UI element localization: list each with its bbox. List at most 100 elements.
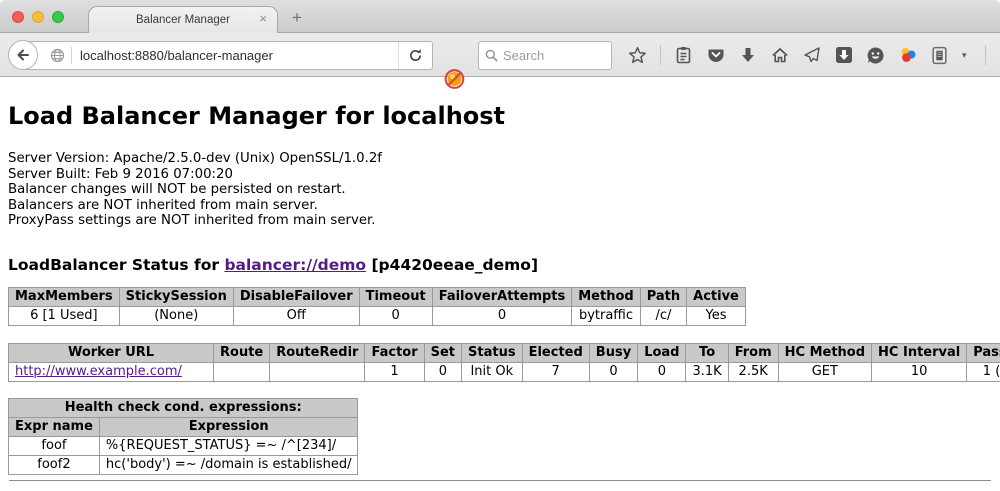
- new-tab-button[interactable]: +: [292, 8, 302, 28]
- health-title-row: Health check cond. expressions:: [9, 398, 358, 417]
- column-header: Busy: [589, 343, 637, 362]
- column-header: Set: [424, 343, 461, 362]
- address-bar[interactable]: localhost:8880/balancer-manager: [23, 41, 433, 70]
- balancer-data-row: 6 [1 Used] (None) Off 0 0 bytraffic /c/ …: [9, 306, 746, 325]
- pocket-icon[interactable]: [706, 46, 725, 65]
- page-title: Load Balancer Manager for localhost: [8, 77, 992, 130]
- route-cell: [214, 362, 270, 381]
- column-header: Method: [572, 287, 640, 306]
- active-cell: Yes: [687, 306, 746, 325]
- health-header-row: Expr name Expression: [9, 417, 358, 436]
- routeredir-cell: [270, 362, 365, 381]
- factor-cell: 1: [365, 362, 424, 381]
- column-header: RouteRedir: [270, 343, 365, 362]
- expr-name-cell: foof2: [9, 455, 100, 474]
- column-header: HC Interval: [872, 343, 967, 362]
- download-panel-icon[interactable]: [834, 46, 853, 65]
- elected-cell: 7: [522, 362, 589, 381]
- column-header: Factor: [365, 343, 424, 362]
- column-header: From: [728, 343, 778, 362]
- worker-url-cell: http://www.example.com/: [9, 362, 214, 381]
- browser-window: Balancer Manager × + localhost:8880/bala…: [0, 0, 1000, 491]
- search-icon: [485, 49, 498, 62]
- column-header: Path: [640, 287, 686, 306]
- health-data-row: foof %{REQUEST_STATUS} =~ /^[234]/: [9, 436, 358, 455]
- toolbar-icons: ▾: [628, 33, 1000, 77]
- overflow-caret-icon[interactable]: ▾: [962, 50, 972, 61]
- column-header: DisableFailover: [233, 287, 359, 306]
- method-cell: bytraffic: [572, 306, 640, 325]
- status-cell: Init Ok: [462, 362, 523, 381]
- load-cell: 0: [638, 362, 686, 381]
- download-arrow-icon[interactable]: [738, 46, 757, 65]
- navigation-toolbar: localhost:8880/balancer-manager: [0, 33, 1000, 77]
- zoom-window-button[interactable]: [52, 11, 64, 23]
- reload-button[interactable]: [398, 42, 432, 69]
- status-heading-suffix: [p4420eeae_demo]: [366, 256, 538, 274]
- back-button[interactable]: [8, 40, 38, 70]
- tab-strip: Balancer Manager × +: [0, 0, 1000, 33]
- stickysession-cell: (None): [119, 306, 233, 325]
- minimize-window-button[interactable]: [32, 11, 44, 23]
- column-header: Timeout: [359, 287, 432, 306]
- balancer-demo-link[interactable]: balancer://demo: [224, 256, 366, 274]
- column-header: Expression: [99, 417, 358, 436]
- toolbar-separator: [985, 45, 986, 65]
- feedback-smiley-icon[interactable]: [866, 46, 885, 65]
- failoverattempts-cell: 0: [432, 306, 572, 325]
- disablefailover-cell: Off: [233, 306, 359, 325]
- column-header: Elected: [522, 343, 589, 362]
- column-header: HC Method: [778, 343, 871, 362]
- status-heading-prefix: LoadBalancer Status for: [8, 256, 224, 274]
- toolbar-separator: [660, 45, 661, 65]
- loadbalancer-status-heading: LoadBalancer Status for balancer://demo …: [8, 256, 992, 274]
- hc-method-cell: GET: [778, 362, 871, 381]
- bookmarks-clipboard-icon[interactable]: [674, 46, 693, 65]
- site-identity-globe-icon[interactable]: [50, 48, 65, 63]
- persist-notice-line: Balancer changes will NOT be persisted o…: [8, 182, 992, 198]
- bookmark-star-icon[interactable]: [628, 46, 647, 65]
- proxypass-notice-line: ProxyPass settings are NOT inherited fro…: [8, 213, 992, 229]
- busy-cell: 0: [589, 362, 637, 381]
- urlbar-divider: [71, 47, 72, 64]
- column-header: Route: [214, 343, 270, 362]
- window-controls: [12, 11, 64, 23]
- colored-dots-icon[interactable]: [898, 46, 917, 65]
- timeout-cell: 0: [359, 306, 432, 325]
- server-info: Server Version: Apache/2.5.0-dev (Unix) …: [8, 151, 992, 229]
- plugin-blocked-icon[interactable]: [444, 69, 465, 90]
- tab-balancer-manager[interactable]: Balancer Manager ×: [88, 6, 278, 33]
- column-header: MaxMembers: [9, 287, 120, 306]
- column-header: Expr name: [9, 417, 100, 436]
- set-cell: 0: [424, 362, 461, 381]
- url-text[interactable]: localhost:8880/balancer-manager: [80, 48, 398, 63]
- tab-title: Balancer Manager: [136, 14, 230, 26]
- expression-cell: hc('body') =~ /domain is established/: [99, 455, 358, 474]
- column-header: Worker URL: [9, 343, 214, 362]
- back-arrow-icon: [15, 47, 31, 63]
- close-window-button[interactable]: [12, 11, 24, 23]
- tab-close-icon[interactable]: ×: [259, 12, 267, 26]
- search-input[interactable]: [503, 48, 593, 63]
- worker-data-row: http://www.example.com/ 1 0 Init Ok 7 0 …: [9, 362, 1000, 381]
- health-check-table: Health check cond. expressions: Expr nam…: [8, 398, 358, 475]
- inherit-notice-line: Balancers are NOT inherited from main se…: [8, 198, 992, 214]
- page-content: Load Balancer Manager for localhost Serv…: [0, 77, 1000, 490]
- to-cell: 3.1K: [686, 362, 728, 381]
- column-header: Passes: [967, 343, 1000, 362]
- hc-interval-cell: 10: [872, 362, 967, 381]
- worker-url-link[interactable]: http://www.example.com/: [15, 364, 182, 379]
- health-data-row: foof2 hc('body') =~ /domain is establish…: [9, 455, 358, 474]
- send-plane-icon[interactable]: [802, 46, 821, 65]
- search-bar[interactable]: [478, 41, 612, 70]
- health-table-title: Health check cond. expressions:: [9, 398, 358, 417]
- server-built-line: Server Built: Feb 9 2016 07:00:20: [8, 167, 992, 183]
- passes-cell: 1 (0): [967, 362, 1000, 381]
- server-version-line: Server Version: Apache/2.5.0-dev (Unix) …: [8, 151, 992, 167]
- home-icon[interactable]: [770, 46, 789, 65]
- notes-panel-icon[interactable]: [930, 46, 949, 65]
- column-header: Status: [462, 343, 523, 362]
- section-divider: [9, 480, 991, 482]
- maxmembers-cell: 6 [1 Used]: [9, 306, 120, 325]
- column-header: Load: [638, 343, 686, 362]
